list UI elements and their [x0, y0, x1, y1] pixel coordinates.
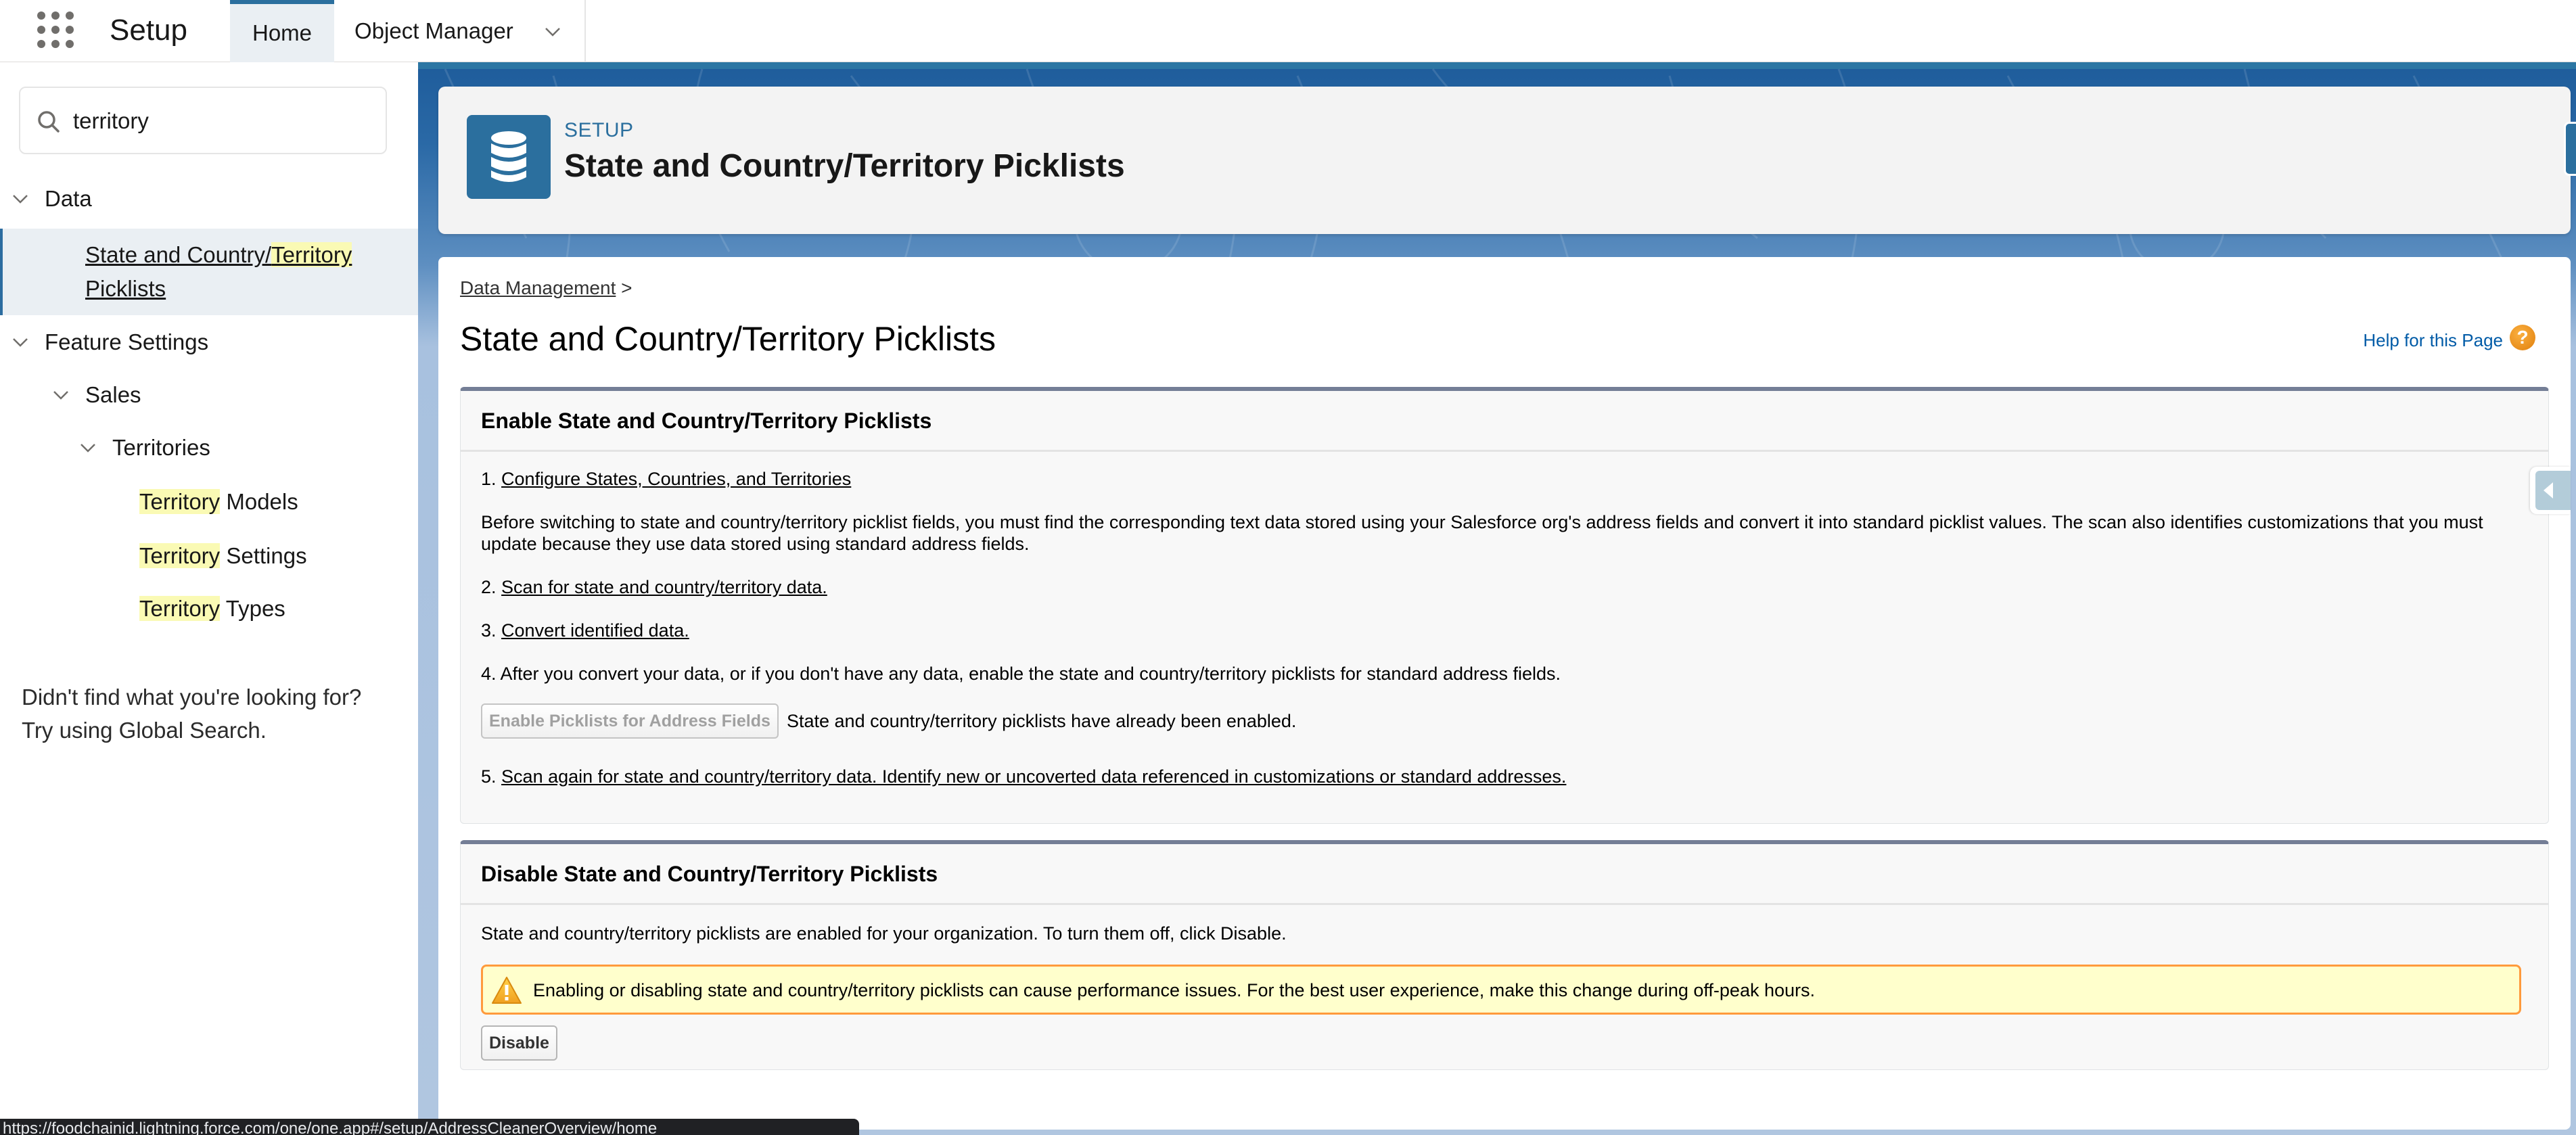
chevron-down-icon[interactable] [11, 189, 30, 208]
enable-picklists-section: Enable State and Country/Territory Pickl… [460, 387, 2549, 824]
not-found-message: Didn't find what you're looking for? Try… [22, 685, 362, 743]
page-header: SETUP State and Country/Territory Pickli… [438, 87, 2571, 234]
page-header-eyebrow: SETUP [564, 119, 634, 141]
tree-item-sales[interactable]: Sales [0, 377, 418, 413]
convert-data-link[interactable]: Convert identified data. [501, 620, 689, 641]
step-3: 3. Convert identified data. [481, 620, 689, 641]
tree-item-label: Sales [85, 382, 141, 407]
breadcrumb: Data Management > [460, 277, 632, 299]
breadcrumb-link-data-management[interactable]: Data Management [460, 277, 616, 298]
tree-item-label: Territory Settings [139, 543, 307, 568]
tree-item-label: Territories [112, 435, 210, 460]
database-icon [467, 115, 551, 199]
tab-object-manager[interactable]: Object Manager [334, 0, 586, 62]
tab-home-label: Home [252, 20, 313, 45]
step-1-description: Before switching to state and country/te… [481, 512, 2483, 554]
search-highlight: Territory [139, 543, 221, 568]
chevron-down-icon[interactable] [11, 333, 30, 352]
chevron-down-icon[interactable] [51, 386, 70, 404]
disable-button[interactable]: Disable [481, 1025, 557, 1061]
disable-picklists-section: Disable State and Country/Territory Pick… [460, 840, 2549, 1070]
quick-find-input[interactable] [73, 104, 371, 138]
tree-item-label: Territory Types [139, 596, 285, 621]
tree-item-label: Data [45, 186, 92, 211]
page-header-title: State and Country/Territory Picklists [564, 148, 1125, 184]
tree-item-territory-models[interactable]: Territory Models [0, 484, 418, 519]
help-icon[interactable]: ? [2510, 325, 2535, 350]
tree-item-label: Feature Settings [45, 329, 209, 354]
tree-item-data[interactable]: Data [0, 181, 418, 216]
collapse-panel-tab[interactable] [2530, 467, 2571, 514]
help-for-this-page-link[interactable]: Help for this Page [2363, 330, 2503, 351]
step-5: 5. Scan again for state and country/terr… [481, 766, 1567, 787]
tree-item-territory-settings[interactable]: Territory Settings [0, 538, 418, 574]
tab-home[interactable]: Home [230, 0, 334, 62]
quick-find-search[interactable] [19, 87, 387, 154]
performance-warning: Enabling or disabling state and country/… [481, 965, 2521, 1015]
step-2: 2. Scan for state and country/territory … [481, 577, 827, 597]
scan-again-link[interactable]: Scan again for state and country/territo… [501, 766, 1566, 787]
section-header: Enable State and Country/Territory Pickl… [461, 391, 2548, 452]
app-name: Setup [110, 14, 187, 47]
chevron-down-icon[interactable] [544, 23, 561, 41]
browser-status-url: https://foodchainid.lightning.force.com/… [0, 1119, 859, 1135]
enable-picklists-button[interactable]: Enable Picklists for Address Fields [481, 703, 779, 739]
tree-item-territory-types[interactable]: Territory Types [0, 591, 418, 626]
tree-item-feature-settings[interactable]: Feature Settings [0, 325, 418, 360]
page-title: State and Country/Territory Picklists [460, 320, 996, 358]
enabled-status-text: State and country/territory picklists ha… [787, 711, 1297, 731]
tree-item-state-country-territory-picklists[interactable]: State and Country/Territory Picklists [0, 229, 418, 315]
step-1: 1. Configure States, Countries, and Terr… [481, 469, 852, 489]
configure-states-link[interactable]: Configure States, Countries, and Territo… [501, 469, 851, 489]
search-highlight: Territory [139, 489, 221, 514]
search-highlight: Territory [271, 242, 352, 267]
section-header: Disable State and Country/Territory Pick… [461, 844, 2548, 905]
setup-sidebar: Data State and Country/Territory Picklis… [0, 62, 418, 1135]
tree-item-label: Territory Models [139, 489, 298, 514]
tab-object-manager-label: Object Manager [354, 18, 513, 43]
chevron-down-icon[interactable] [78, 438, 97, 457]
scan-data-link[interactable]: Scan for state and country/territory dat… [501, 577, 827, 597]
tree-item-label: State and Country/Territory Picklists [85, 242, 352, 301]
tree-item-territories[interactable]: Territories [0, 430, 418, 465]
search-highlight: Territory [139, 596, 221, 621]
disable-description: State and country/territory picklists ar… [481, 923, 1287, 944]
breadcrumb-separator: > [621, 277, 632, 298]
global-header: Setup Home Object Manager [0, 0, 2576, 62]
step-4: 4. After you convert your data, or if yo… [481, 664, 1561, 684]
app-launcher-grid-icon[interactable] [35, 9, 76, 50]
section-title: Disable State and Country/Territory Pick… [481, 862, 938, 886]
warning-text: Enabling or disabling state and country/… [533, 980, 1815, 1000]
warning-icon [492, 977, 522, 1004]
utility-side-tab[interactable] [2564, 122, 2576, 176]
search-icon [38, 111, 60, 133]
section-title: Enable State and Country/Territory Pickl… [481, 409, 932, 433]
main-content: Data Management > State and Country/Terr… [438, 257, 2571, 1130]
